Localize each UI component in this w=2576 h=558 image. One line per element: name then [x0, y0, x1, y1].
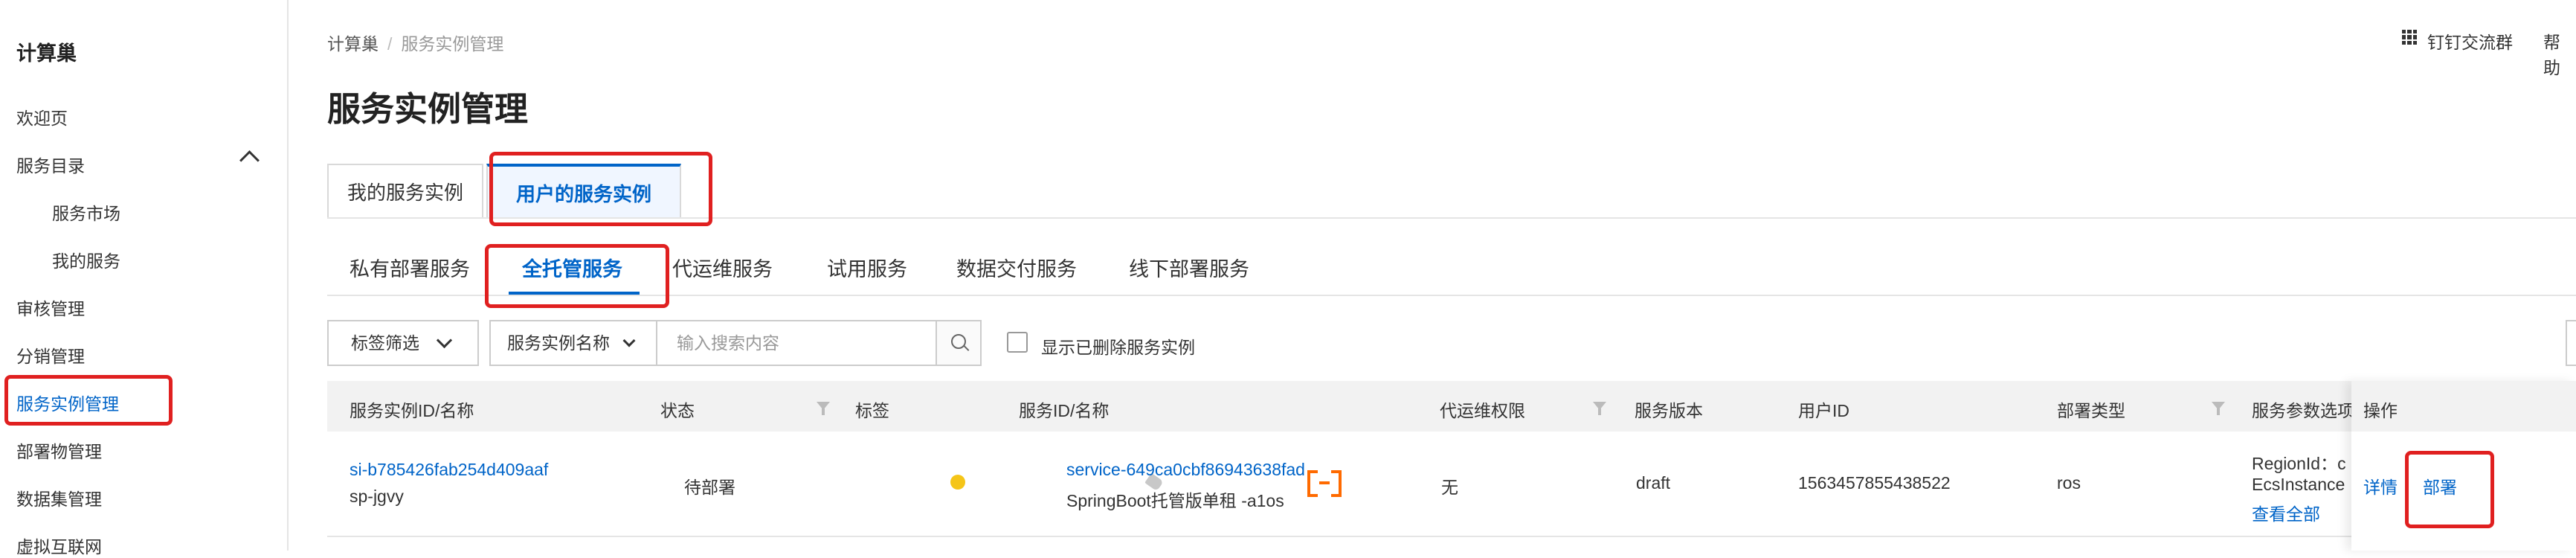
service-icon	[1307, 470, 1342, 497]
tag-filter-label: 标签筛选	[351, 333, 419, 353]
highlight-deploy-button	[2405, 451, 2494, 528]
col-instance: 服务实例ID/名称	[350, 401, 474, 420]
page-title: 服务实例管理	[327, 90, 529, 128]
col-service: 服务ID/名称	[1019, 401, 1110, 420]
show-deleted-checkbox[interactable]	[1007, 332, 1028, 353]
col-version: 服务版本	[1635, 401, 1703, 420]
show-deleted-label: 显示已删除服务实例	[1041, 338, 1195, 357]
tab-managed-ops[interactable]: 代运维服务	[672, 253, 773, 282]
search-button[interactable]	[936, 320, 982, 366]
breadcrumb-separator: /	[387, 34, 393, 54]
filter-icon[interactable]	[2212, 402, 2225, 415]
sidebar-item-virtual-internet[interactable]: 虚拟互联网	[16, 533, 102, 558]
breadcrumb: 计算巢 / 服务实例管理	[327, 30, 503, 55]
col-tags: 标签	[855, 401, 889, 420]
sidebar-item-review[interactable]: 审核管理	[16, 295, 85, 320]
sidebar-item-my-services[interactable]: 我的服务	[52, 247, 120, 272]
tab-data-delivery[interactable]: 数据交付服务	[956, 253, 1077, 282]
toolbar-button-partial[interactable]	[2566, 320, 2576, 366]
instance-name: sp-jgvy	[350, 487, 404, 506]
sidebar-title: 计算巢	[16, 42, 77, 65]
deploy-type: ros	[2057, 473, 2081, 493]
search-field-label: 服务实例名称	[507, 333, 610, 353]
service-name: SpringBoot托管版单租 -a1os	[1066, 491, 1284, 510]
help-link[interactable]: 帮助	[2543, 28, 2576, 79]
col-user-id: 用户ID	[1798, 401, 1849, 420]
sidebar-item-service-market[interactable]: 服务市场	[52, 199, 120, 225]
tab-offline-deploy[interactable]: 线下部署服务	[1129, 253, 1249, 282]
param-region: RegionId：c	[2252, 454, 2346, 473]
tab-private-deploy[interactable]: 私有部署服务	[350, 253, 470, 282]
highlight-sidebar	[4, 375, 173, 426]
sidebar: 计算巢 欢迎页 服务目录 服务市场 我的服务 审核管理 分销管理 服务实例管理 …	[0, 0, 289, 557]
filter-icon[interactable]	[817, 402, 830, 415]
sidebar-item-artifacts[interactable]: 部署物管理	[16, 437, 102, 463]
dingtalk-group-link[interactable]: 钉钉交流群	[2427, 28, 2513, 54]
tag-filter-dropdown[interactable]: 标签筛选	[327, 320, 479, 366]
search-input[interactable]: 输入搜索内容	[656, 320, 937, 366]
col-params: 服务参数选项	[2252, 401, 2354, 420]
breadcrumb-root[interactable]: 计算巢	[327, 34, 379, 54]
highlight-user-instances-tab	[489, 152, 712, 226]
tab-my-instances[interactable]: 我的服务实例	[327, 164, 483, 219]
pending-status-icon	[950, 475, 965, 490]
ops-permission: 无	[1441, 478, 1458, 497]
col-status: 状态	[660, 401, 695, 420]
status-text: 待部署	[684, 478, 735, 497]
col-deploy-type: 部署类型	[2057, 401, 2125, 420]
sidebar-item-datasets[interactable]: 数据集管理	[16, 485, 102, 510]
col-operation: 操作	[2363, 401, 2398, 420]
chevron-up-icon[interactable]	[239, 150, 260, 170]
search-placeholder: 输入搜索内容	[677, 333, 779, 353]
sidebar-item-service-catalog[interactable]: 服务目录	[16, 152, 85, 177]
detail-link[interactable]: 详情	[2363, 473, 2398, 498]
sidebar-item-distribution[interactable]: 分销管理	[16, 342, 85, 368]
chevron-down-icon	[436, 332, 453, 349]
user-id: 1563457855438522	[1798, 473, 1951, 493]
search-icon-handle	[963, 345, 970, 351]
search-field-select[interactable]: 服务实例名称	[489, 320, 657, 366]
chevron-down-icon	[622, 334, 636, 347]
breadcrumb-current: 服务实例管理	[401, 34, 504, 54]
col-ops-permission: 代运维权限	[1440, 401, 1525, 420]
qrcode-icon	[2402, 30, 2417, 45]
service-version: draft	[1636, 473, 1671, 493]
sidebar-item-welcome[interactable]: 欢迎页	[16, 104, 68, 129]
service-id-link[interactable]: service-649ca0cbf86943638fad	[1066, 460, 1305, 480]
param-ecs: EcsInstance	[2252, 475, 2345, 494]
filter-icon[interactable]	[1593, 402, 1606, 415]
view-all-params-link[interactable]: 查看全部	[2252, 500, 2320, 525]
highlight-fully-managed-tab	[485, 244, 669, 308]
tab-trial[interactable]: 试用服务	[827, 253, 907, 282]
row-divider	[327, 536, 2576, 537]
instance-id-link[interactable]: si-b785426fab254d409aaf	[350, 460, 548, 480]
